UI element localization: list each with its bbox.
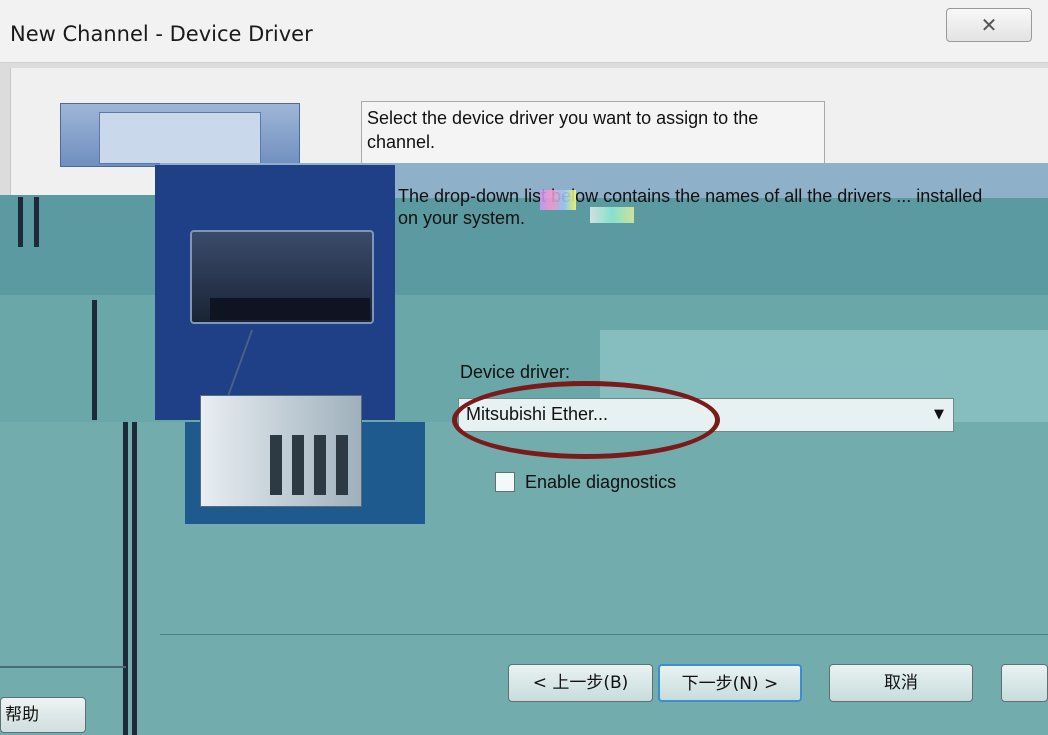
plc-slot <box>292 435 304 495</box>
plc-slot <box>314 435 326 495</box>
enable-diagnostics-checkbox[interactable] <box>495 472 515 492</box>
device-driver-label: Device driver: <box>460 362 571 382</box>
footer-separator <box>160 634 1048 635</box>
glitch-line <box>92 300 97 420</box>
glitch-line <box>18 197 23 247</box>
enable-diagnostics-label[interactable]: Enable diagnostics <box>525 472 676 493</box>
plc-slot <box>336 435 348 495</box>
cancel-button[interactable]: 取消 <box>829 664 973 702</box>
instruction-text-1: Select the device driver you want to ass… <box>367 108 759 152</box>
title-bar: New Channel - Device Driver ✕ <box>0 0 1048 63</box>
display-glitch <box>540 190 576 210</box>
screen-icon <box>99 112 261 164</box>
close-icon: ✕ <box>980 13 998 37</box>
back-button[interactable]: < 上一步(B) <box>508 664 653 702</box>
help-button[interactable]: 帮助 <box>0 697 86 733</box>
display-glitch <box>590 207 634 223</box>
close-button[interactable]: ✕ <box>946 8 1032 42</box>
finish-button[interactable] <box>1001 664 1048 702</box>
highlight-ellipse <box>452 381 720 459</box>
plc-slot <box>270 435 282 495</box>
glitch-line <box>123 422 128 735</box>
instruction-text-2: The drop-down list below contains the na… <box>398 186 983 228</box>
next-button[interactable]: 下一步(N) > <box>658 664 802 702</box>
wizard-illustration-top <box>60 103 300 167</box>
glitch-line <box>0 666 126 668</box>
chevron-down-icon[interactable]: ▼ <box>928 402 950 428</box>
window-title: New Channel - Device Driver <box>10 22 313 46</box>
glitch-line <box>34 197 39 247</box>
glitch-line <box>132 422 137 735</box>
computer-base-icon <box>210 298 370 320</box>
